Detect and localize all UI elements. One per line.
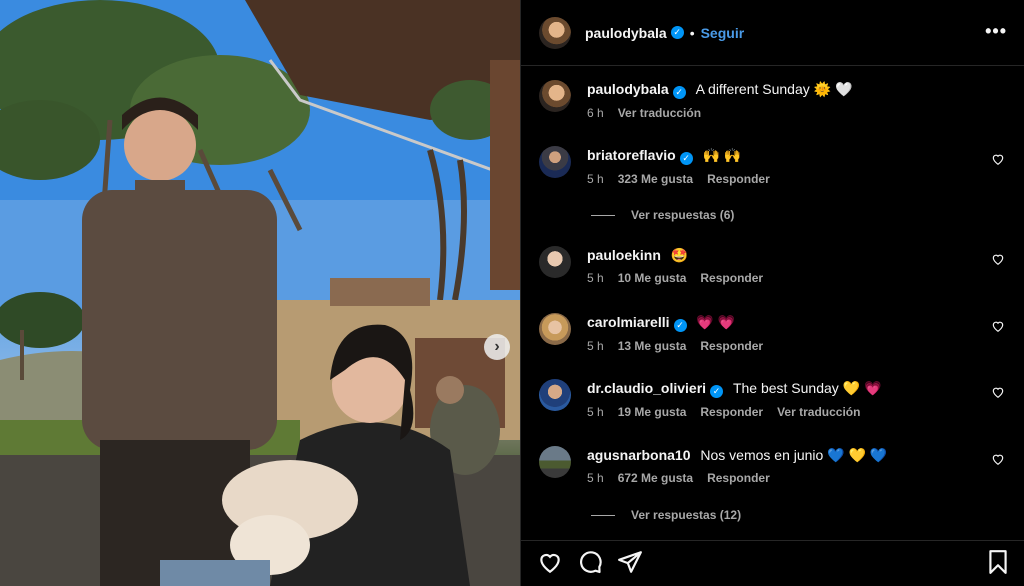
follow-button[interactable]: Seguir xyxy=(701,25,745,41)
comment-text: Nos vemos en junio 💙 💛 💙 xyxy=(700,447,888,463)
comment-text: 💗 💗 xyxy=(696,314,736,330)
heart-icon[interactable] xyxy=(991,319,1005,333)
reply-button[interactable]: Responder xyxy=(707,172,770,186)
caption-translate-link[interactable]: Ver traducción xyxy=(618,106,701,120)
commenter-avatar[interactable] xyxy=(539,146,571,178)
comment-username[interactable]: dr.claudio_olivieri xyxy=(587,380,706,396)
comment-text: 🙌 🙌 xyxy=(702,147,742,163)
replies-divider xyxy=(591,214,615,216)
verified-badge-icon: ✓ xyxy=(673,318,687,332)
comment-username[interactable]: pauloekinn xyxy=(587,247,661,263)
comment-username[interactable]: agusnarbona10 xyxy=(587,447,690,463)
commenter-avatar[interactable] xyxy=(539,246,571,278)
photo-illustration xyxy=(0,0,520,586)
verified-badge-icon: ✓ xyxy=(670,26,684,39)
verified-badge-icon: ✓ xyxy=(679,151,693,165)
comment-likes[interactable]: 13 Me gusta xyxy=(618,339,687,353)
reply-button[interactable]: Responder xyxy=(707,471,770,485)
view-replies-button[interactable]: Ver respuestas (12) xyxy=(591,508,741,522)
comment-text: The best Sunday 💛 💗 xyxy=(732,380,882,396)
comment-time[interactable]: 5 h xyxy=(587,471,604,485)
commenter-avatar[interactable] xyxy=(539,446,571,478)
comment-username[interactable]: carolmiarelli xyxy=(587,314,670,330)
comment-likes[interactable]: 10 Me gusta xyxy=(618,271,687,285)
caption-text: A different Sunday 🌞 🤍 xyxy=(695,81,853,97)
comment-likes[interactable]: 672 Me gusta xyxy=(618,471,693,485)
view-replies-label[interactable]: Ver respuestas (12) xyxy=(631,508,741,522)
caption-time[interactable]: 6 h xyxy=(587,106,604,120)
verified-badge-icon: ✓ xyxy=(710,384,724,398)
comment-likes[interactable]: 323 Me gusta xyxy=(618,172,693,186)
comment-time[interactable]: 5 h xyxy=(587,271,604,285)
reply-button[interactable]: Responder xyxy=(700,271,763,285)
post-photo[interactable]: › xyxy=(0,0,520,586)
commenter-avatar[interactable] xyxy=(539,379,571,411)
comment-icon[interactable] xyxy=(577,549,603,575)
author-username[interactable]: paulodybala xyxy=(585,25,667,41)
view-replies-button[interactable]: Ver respuestas (6) xyxy=(591,208,734,222)
commenter-avatar[interactable] xyxy=(539,313,571,345)
reply-button[interactable]: Responder xyxy=(700,339,763,353)
comment-time[interactable]: 5 h xyxy=(587,339,604,353)
comment-username[interactable]: briatoreflavio xyxy=(587,147,676,163)
heart-icon[interactable] xyxy=(991,252,1005,266)
heart-icon[interactable] xyxy=(991,152,1005,166)
next-photo-button[interactable]: › xyxy=(484,334,510,360)
comment-time[interactable]: 5 h xyxy=(587,405,604,419)
author-avatar[interactable] xyxy=(539,16,571,49)
comment-likes[interactable]: 19 Me gusta xyxy=(618,405,687,419)
more-options-icon[interactable]: ••• xyxy=(985,22,1007,40)
heart-icon[interactable] xyxy=(991,385,1005,399)
reply-button[interactable]: Responder xyxy=(700,405,763,419)
author-avatar[interactable] xyxy=(539,80,571,112)
comment-time[interactable]: 5 h xyxy=(587,172,604,186)
send-icon[interactable] xyxy=(617,549,643,575)
header-separator: • xyxy=(689,24,695,41)
comment-translate-link[interactable]: Ver traducción xyxy=(777,405,860,419)
verified-badge-icon: ✓ xyxy=(672,85,686,99)
heart-icon[interactable] xyxy=(537,549,563,575)
post-header: paulodybala ✓ • Seguir ••• xyxy=(521,0,1024,66)
comment-text: 🤩 xyxy=(670,247,689,263)
caption-username[interactable]: paulodybala xyxy=(587,81,669,97)
post-details-panel: paulodybala ✓ • Seguir ••• paulodybala ✓ … xyxy=(520,0,1024,586)
post-actions-bar xyxy=(521,540,1024,580)
replies-divider xyxy=(591,514,615,516)
heart-icon[interactable] xyxy=(991,452,1005,466)
bookmark-icon[interactable] xyxy=(985,549,1011,575)
chevron-right-icon: › xyxy=(494,338,500,355)
view-replies-label[interactable]: Ver respuestas (6) xyxy=(631,208,734,222)
